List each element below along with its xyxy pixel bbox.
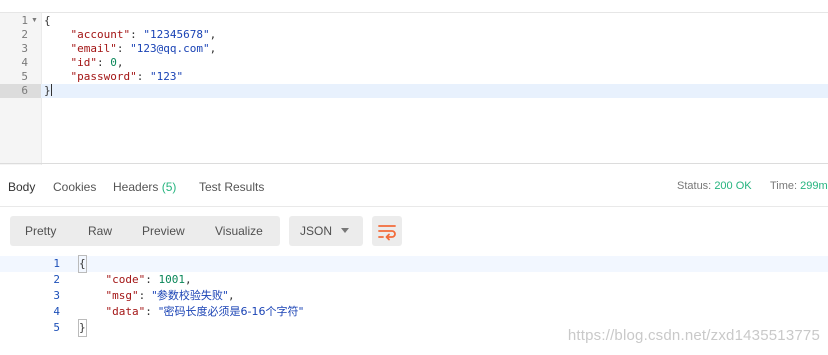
watermark: https://blog.csdn.net/zxd1435513775 — [567, 327, 820, 344]
json-value: 0 — [110, 56, 117, 69]
request-line[interactable]: 4 "id": 0, — [0, 56, 828, 70]
json-value: "123@qq.com" — [130, 42, 210, 55]
code-text: "id": 0, — [70, 56, 124, 69]
line-number: 5 — [21, 70, 28, 83]
line-number: 5 — [53, 321, 60, 334]
tab-test-results[interactable]: Test Results — [199, 180, 264, 194]
line-number: 2 — [21, 28, 28, 41]
text-cursor — [50, 84, 52, 96]
code-text: { — [78, 255, 87, 273]
request-line[interactable]: 2 "account": "12345678", — [0, 28, 828, 42]
line-number: 1 — [53, 257, 60, 270]
status-value: 200 OK — [714, 180, 752, 192]
json-key: "account" — [70, 28, 131, 41]
request-line[interactable]: 1 ▼ { — [0, 14, 828, 28]
chevron-down-icon — [341, 228, 349, 233]
line-number: 1 — [21, 14, 28, 27]
code-text: } — [78, 319, 87, 337]
line-number: 6 — [0, 84, 41, 98]
wrap-lines-button[interactable] — [372, 216, 402, 246]
time-label: Time: — [770, 180, 798, 192]
code-text: "data": "密码长度必须是6-16个字符" — [105, 305, 304, 318]
json-value: 1001 — [158, 273, 186, 286]
code-text: "msg": "参数校验失败", — [105, 289, 235, 302]
format-dropdown-value: JSON — [300, 224, 333, 238]
line-number: 3 — [21, 42, 28, 55]
headers-count-badge: (5) — [161, 180, 177, 194]
wrap-lines-icon — [378, 225, 396, 241]
json-value: "密码长度必须是6-16个字符" — [158, 305, 304, 318]
response-line: 2 "code": 1001, — [0, 272, 828, 288]
json-value: "123" — [149, 70, 184, 83]
request-line[interactable]: 3 "email": "123@qq.com", — [0, 42, 828, 56]
tab-body[interactable]: Body — [8, 180, 35, 194]
visualize-button[interactable]: Visualize — [215, 216, 263, 246]
line-number: 2 — [53, 273, 60, 286]
line-number: 4 — [21, 56, 28, 69]
request-line-active[interactable]: 6 } — [0, 84, 828, 98]
request-line[interactable]: 5 "password": "123" — [0, 70, 828, 84]
code-text: } — [44, 84, 52, 97]
response-line: 4 "data": "密码长度必须是6-16个字符" — [0, 304, 828, 320]
view-mode-toolbar: Pretty Raw Preview Visualize — [10, 216, 280, 246]
json-key: "id" — [70, 56, 98, 69]
tab-cookies[interactable]: Cookies — [53, 180, 96, 194]
line-number: 3 — [53, 289, 60, 302]
json-key: "data" — [105, 305, 146, 318]
time-indicator[interactable]: Time: 299m — [770, 180, 828, 192]
tab-headers-label: Headers — [113, 180, 159, 194]
response-line: 1 { — [0, 255, 828, 273]
json-key: "msg" — [105, 289, 139, 302]
json-key: "code" — [105, 273, 146, 286]
tab-headers[interactable]: Headers (5) — [113, 180, 176, 194]
code-text: "account": "12345678", — [70, 28, 217, 41]
preview-button[interactable]: Preview — [142, 216, 185, 246]
status-indicator: Status: 200 OK — [677, 180, 752, 192]
raw-button[interactable]: Raw — [88, 216, 112, 246]
json-key: "email" — [70, 42, 117, 55]
json-value: "12345678" — [143, 28, 210, 41]
format-dropdown[interactable]: JSON — [289, 216, 363, 246]
request-body-editor[interactable]: 1 ▼ { 2 "account": "12345678", 3 "email"… — [0, 12, 828, 165]
status-label: Status: — [677, 180, 712, 192]
json-key: "password" — [70, 70, 137, 83]
code-text: "email": "123@qq.com", — [70, 42, 217, 55]
code-text: "password": "123" — [70, 70, 184, 83]
line-number: 4 — [53, 305, 60, 318]
code-text: { — [44, 14, 51, 27]
json-value: "参数校验失败" — [151, 289, 228, 302]
response-line: 3 "msg": "参数校验失败", — [0, 288, 828, 304]
response-tab-bar: Body Cookies Headers (5) Test Results St… — [0, 164, 828, 207]
fold-arrow-icon[interactable]: ▼ — [31, 14, 38, 28]
time-value: 299m — [800, 180, 828, 192]
code-text: "code": 1001, — [105, 273, 192, 286]
pretty-button[interactable]: Pretty — [25, 216, 56, 246]
